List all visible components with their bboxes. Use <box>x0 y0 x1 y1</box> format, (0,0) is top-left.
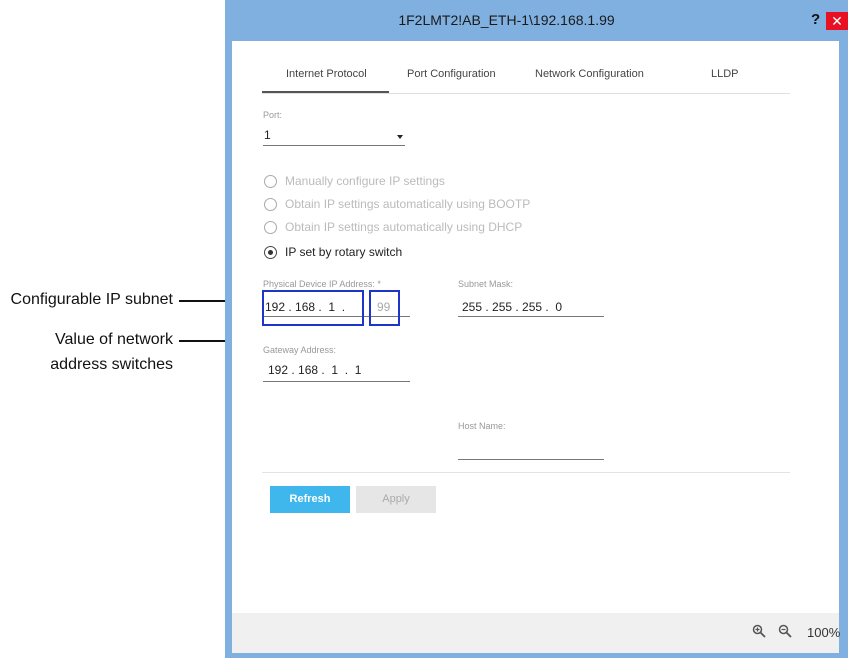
help-icon[interactable]: ? <box>811 11 820 28</box>
subnet-highlight-box <box>262 290 364 326</box>
status-footer: 100% <box>232 613 841 653</box>
apply-button[interactable]: Apply <box>356 486 436 513</box>
port-underline <box>263 145 405 146</box>
port-dropdown[interactable]: 1 <box>263 124 405 146</box>
zoom-in-icon[interactable] <box>752 624 766 641</box>
ip-address-label: Physical Device IP Address: * <box>263 279 381 289</box>
window-title: 1F2LMT2!AB_ETH-1\192.168.1.99 <box>398 12 615 28</box>
caret-down-icon <box>397 135 403 139</box>
switch-callout-line2: address switches <box>50 356 173 373</box>
radio-rotary-switch-label: IP set by rotary switch <box>285 245 403 259</box>
subnet-callout: Configurable IP subnet <box>10 291 173 308</box>
content-pane: Internet Protocol Port Configuration Net… <box>232 41 839 613</box>
zoom-level: 100% <box>807 625 841 640</box>
section-divider <box>262 472 790 473</box>
radio-bootp-label: Obtain IP settings automatically using B… <box>285 197 531 211</box>
gateway-value[interactable]: 192 . 168 . 1 . 1 <box>268 363 361 377</box>
radio-manual-ip-label: Manually configure IP settings <box>285 174 445 188</box>
subnet-mask-underline <box>458 316 604 317</box>
host-name-underline <box>458 459 604 460</box>
radio-dhcp-label: Obtain IP settings automatically using D… <box>285 220 523 234</box>
tab-port-configuration[interactable]: Port Configuration <box>407 68 496 80</box>
subnet-mask-label: Subnet Mask: <box>458 279 514 289</box>
radio-rotary-switch[interactable] <box>264 246 277 259</box>
tab-bar: Internet Protocol Port Configuration Net… <box>262 63 790 94</box>
radio-dhcp[interactable] <box>264 221 277 234</box>
tab-network-configuration[interactable]: Network Configuration <box>535 68 644 80</box>
port-label: Port: <box>263 110 283 120</box>
switch-callout-line1: Value of network <box>55 331 173 348</box>
radio-bootp[interactable] <box>264 198 277 211</box>
gateway-underline <box>263 381 410 382</box>
close-button[interactable]: ✕ <box>826 12 848 30</box>
tab-lldp[interactable]: LLDP <box>711 68 739 80</box>
active-tab-indicator <box>262 91 389 93</box>
host-name-label: Host Name: <box>458 421 506 431</box>
radio-manual-ip[interactable] <box>264 175 277 188</box>
refresh-button[interactable]: Refresh <box>270 486 350 513</box>
subnet-mask-value[interactable]: 255 . 255 . 255 . 0 <box>462 300 562 314</box>
host-name-value[interactable] <box>458 441 604 455</box>
tab-internet-protocol[interactable]: Internet Protocol <box>286 68 367 80</box>
gateway-label: Gateway Address: <box>263 345 337 355</box>
switch-value-highlight-box <box>369 290 400 326</box>
zoom-out-icon[interactable] <box>778 624 792 641</box>
dialog-window: 1F2LMT2!AB_ETH-1\192.168.1.99 ? ✕ Intern… <box>225 0 848 658</box>
port-value: 1 <box>264 128 271 142</box>
title-bar[interactable]: 1F2LMT2!AB_ETH-1\192.168.1.99 ? ✕ <box>225 0 848 41</box>
